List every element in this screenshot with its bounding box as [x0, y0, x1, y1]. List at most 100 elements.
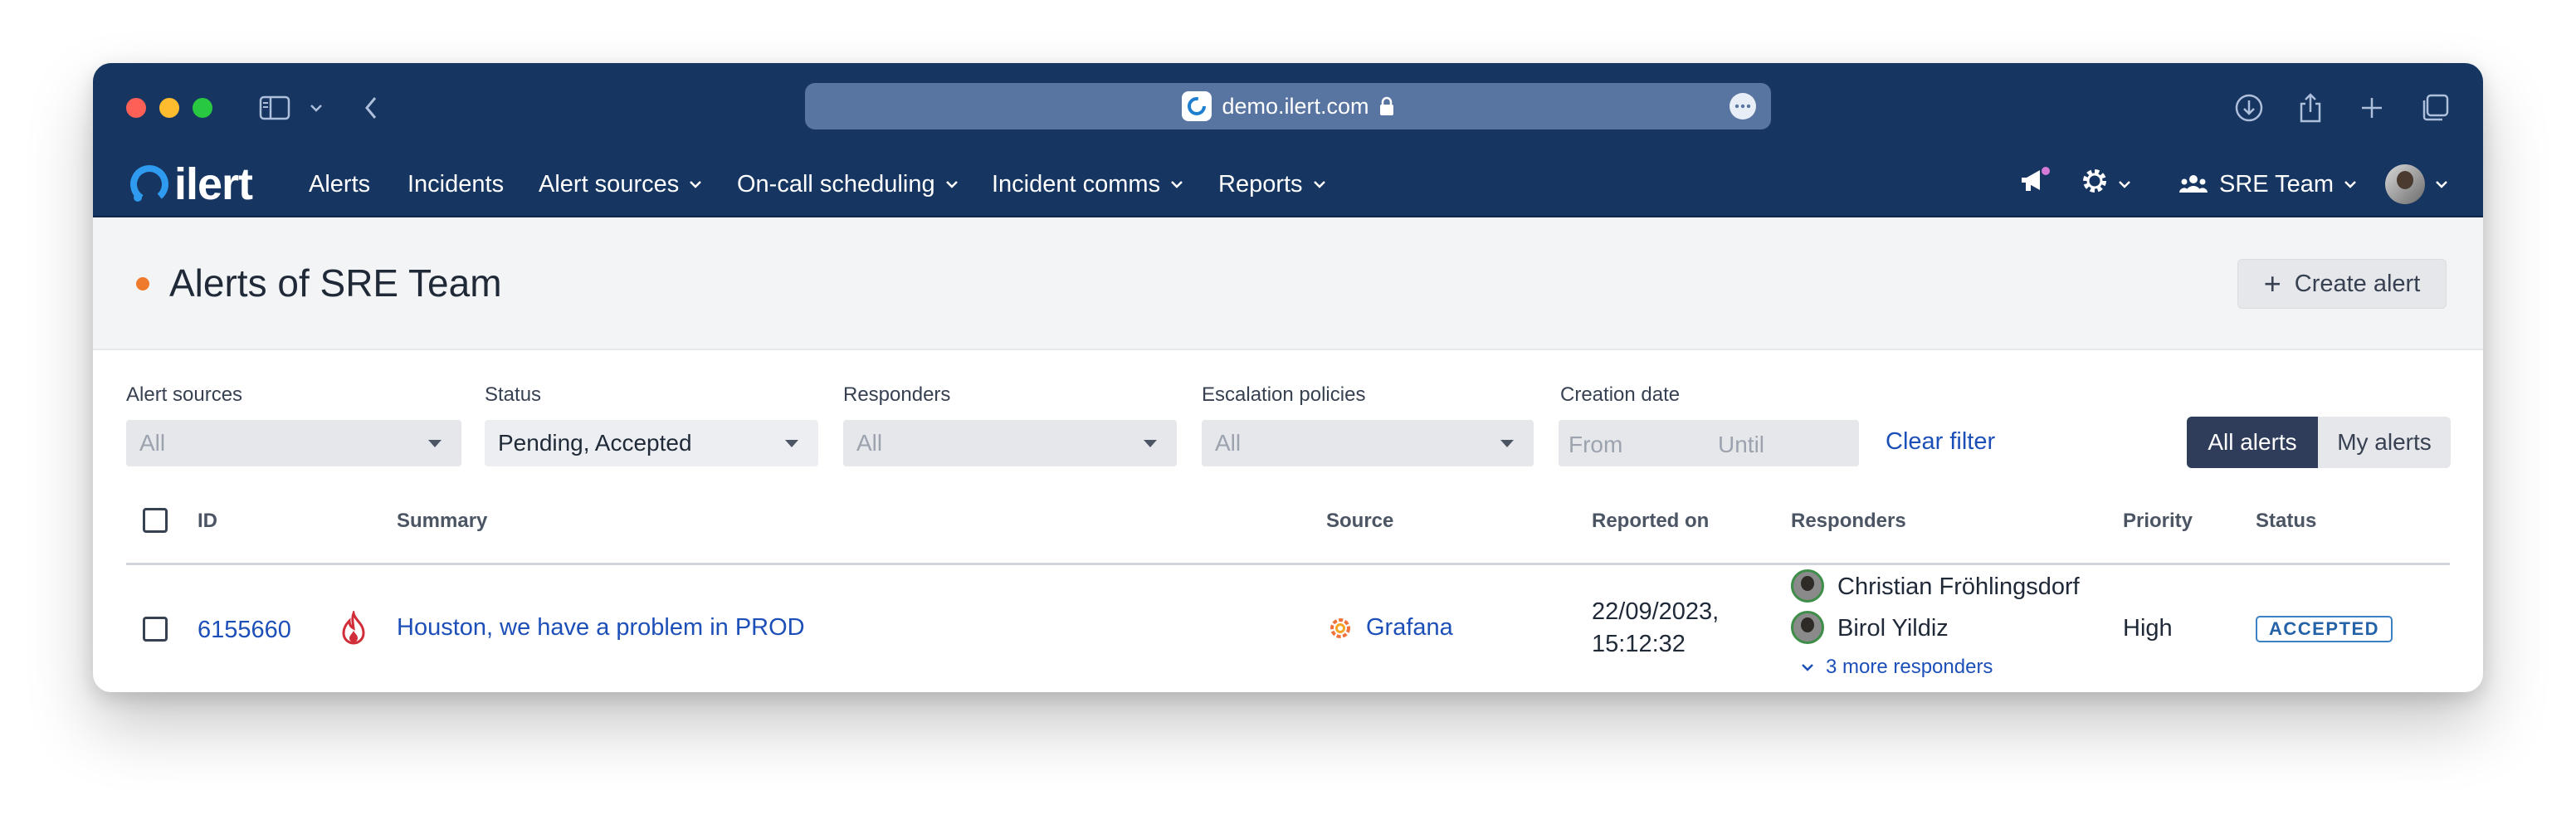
- nav-on-call-scheduling[interactable]: On-call scheduling: [737, 151, 959, 217]
- reported-time: 15:12:32: [1592, 631, 1686, 657]
- new-tab-icon[interactable]: [2354, 88, 2390, 128]
- filter-label-status: Status: [485, 383, 542, 406]
- table-header-divider: [126, 563, 2450, 565]
- nav-incidents[interactable]: Incidents: [407, 151, 504, 217]
- ilert-favicon-icon: [1182, 91, 1212, 121]
- chevron-down-icon[interactable]: [304, 88, 329, 128]
- alert-id-link[interactable]: 6155660: [198, 617, 291, 644]
- all-alerts-toggle[interactable]: All alerts: [2187, 417, 2318, 468]
- filter-label-responders: Responders: [843, 383, 951, 406]
- nav-alert-sources-label: Alert sources: [539, 170, 680, 198]
- team-label: SRE Team: [2219, 170, 2334, 198]
- url-text: demo.ilert.com: [1222, 93, 1369, 119]
- settings-menu[interactable]: [2081, 151, 2131, 217]
- nav-reports[interactable]: Reports: [1218, 151, 1326, 217]
- select-all-checkbox[interactable]: [143, 508, 168, 533]
- team-selector[interactable]: SRE Team: [2179, 151, 2357, 217]
- alert-summary-link[interactable]: Houston, we have a problem in PROD: [397, 614, 805, 642]
- column-header-source[interactable]: Source: [1326, 510, 1393, 533]
- nav-reports-label: Reports: [1218, 170, 1303, 198]
- my-alerts-toggle[interactable]: My alerts: [2318, 417, 2451, 468]
- page-header: Alerts of SRE Team + Create alert: [93, 217, 2483, 350]
- alert-source-link[interactable]: Grafana: [1366, 614, 1453, 642]
- column-header-reported-on[interactable]: Reported on: [1592, 510, 1709, 533]
- browser-window: demo.ilert.com ilert Alerts Incidents Al…: [93, 63, 2483, 692]
- chevron-down-icon: [945, 180, 959, 188]
- escalation-policies-select[interactable]: All: [1202, 420, 1534, 466]
- filter-label-creation-date: Creation date: [1560, 383, 1681, 406]
- filter-label-alert-sources: Alert sources: [126, 383, 243, 406]
- chevron-down-icon: [2118, 180, 2131, 188]
- chevron-down-icon: [1170, 180, 1183, 188]
- download-icon[interactable]: [2231, 88, 2267, 128]
- status-dot: [136, 277, 149, 290]
- responder-avatar: [1791, 611, 1824, 644]
- escalation-policies-value: All: [1215, 430, 1242, 456]
- user-menu[interactable]: [2385, 151, 2448, 217]
- back-arrow-icon[interactable]: [359, 88, 383, 128]
- nav-alerts[interactable]: Alerts: [309, 151, 370, 217]
- grafana-icon: [1328, 616, 1353, 645]
- caret-down-icon: [1144, 440, 1157, 447]
- ilert-logo-icon: [130, 164, 168, 203]
- more-responders-link[interactable]: 3 more responders: [1801, 656, 1993, 679]
- announcements-button[interactable]: [2018, 151, 2052, 217]
- nav-on-call-scheduling-label: On-call scheduling: [737, 170, 935, 198]
- column-header-responders[interactable]: Responders: [1791, 510, 1906, 533]
- team-users-icon: [2179, 174, 2208, 194]
- row-checkbox[interactable]: [143, 617, 168, 642]
- responders-select[interactable]: All: [843, 420, 1177, 466]
- caret-down-icon: [785, 440, 798, 447]
- maximize-window-button[interactable]: [193, 98, 212, 118]
- chevron-down-icon: [2344, 180, 2357, 188]
- nav-alert-sources[interactable]: Alert sources: [539, 151, 702, 217]
- more-responders-label: 3 more responders: [1826, 656, 1993, 678]
- nav-incident-comms[interactable]: Incident comms: [992, 151, 1183, 217]
- date-from-input[interactable]: From: [1569, 432, 1622, 458]
- status-badge: ACCEPTED: [2256, 616, 2393, 642]
- create-alert-button[interactable]: + Create alert: [2237, 259, 2447, 309]
- logo-text: ilert: [174, 159, 253, 209]
- plus-icon: +: [2263, 266, 2281, 300]
- column-header-id[interactable]: ID: [198, 510, 217, 533]
- fire-icon: [337, 608, 370, 652]
- clear-filter-link[interactable]: Clear filter: [1886, 428, 1995, 456]
- megaphone-icon: [2018, 166, 2052, 203]
- browser-toolbar: demo.ilert.com: [93, 63, 2483, 151]
- reported-date: 22/09/2023,: [1592, 598, 1720, 625]
- responder-avatar: [1791, 569, 1824, 603]
- ilert-logo[interactable]: ilert: [128, 159, 253, 209]
- filter-label-escalation-policies: Escalation policies: [1202, 383, 1366, 406]
- user-avatar: [2385, 164, 2425, 204]
- app-navigation-bar: ilert Alerts Incidents Alert sources On-…: [93, 151, 2483, 217]
- gear-icon: [2081, 168, 2108, 201]
- page-title: Alerts of SRE Team: [169, 261, 502, 305]
- nav-alerts-label: Alerts: [309, 170, 371, 198]
- sidebar-toggle-icon[interactable]: [254, 88, 295, 128]
- alert-sources-select[interactable]: All: [126, 420, 461, 466]
- lock-icon: [1379, 96, 1394, 116]
- status-select[interactable]: Pending, Accepted: [485, 420, 818, 466]
- priority-value: High: [2123, 615, 2173, 642]
- column-header-priority[interactable]: Priority: [2123, 510, 2193, 533]
- alert-sources-value: All: [139, 430, 166, 456]
- create-alert-label: Create alert: [2294, 270, 2421, 297]
- column-header-summary[interactable]: Summary: [397, 510, 487, 533]
- more-options-icon[interactable]: [1730, 93, 1756, 120]
- creation-date-range: From Until: [1559, 420, 1859, 466]
- responders-value: All: [856, 430, 883, 456]
- nav-incident-comms-label: Incident comms: [992, 170, 1161, 198]
- chevron-down-icon: [1313, 180, 1326, 188]
- minimize-window-button[interactable]: [159, 98, 179, 118]
- chevron-down-icon: [689, 180, 702, 188]
- column-header-status[interactable]: Status: [2256, 510, 2316, 533]
- chevron-down-icon: [1801, 663, 1814, 671]
- status-value: Pending, Accepted: [498, 430, 692, 456]
- date-until-input[interactable]: Until: [1718, 432, 1764, 458]
- close-window-button[interactable]: [126, 98, 146, 118]
- tab-overview-icon[interactable]: [2417, 88, 2453, 128]
- caret-down-icon: [428, 440, 442, 447]
- responder-name: Christian Fröhlingsdorf: [1837, 573, 2080, 600]
- address-bar[interactable]: demo.ilert.com: [805, 83, 1771, 129]
- share-icon[interactable]: [2292, 88, 2329, 128]
